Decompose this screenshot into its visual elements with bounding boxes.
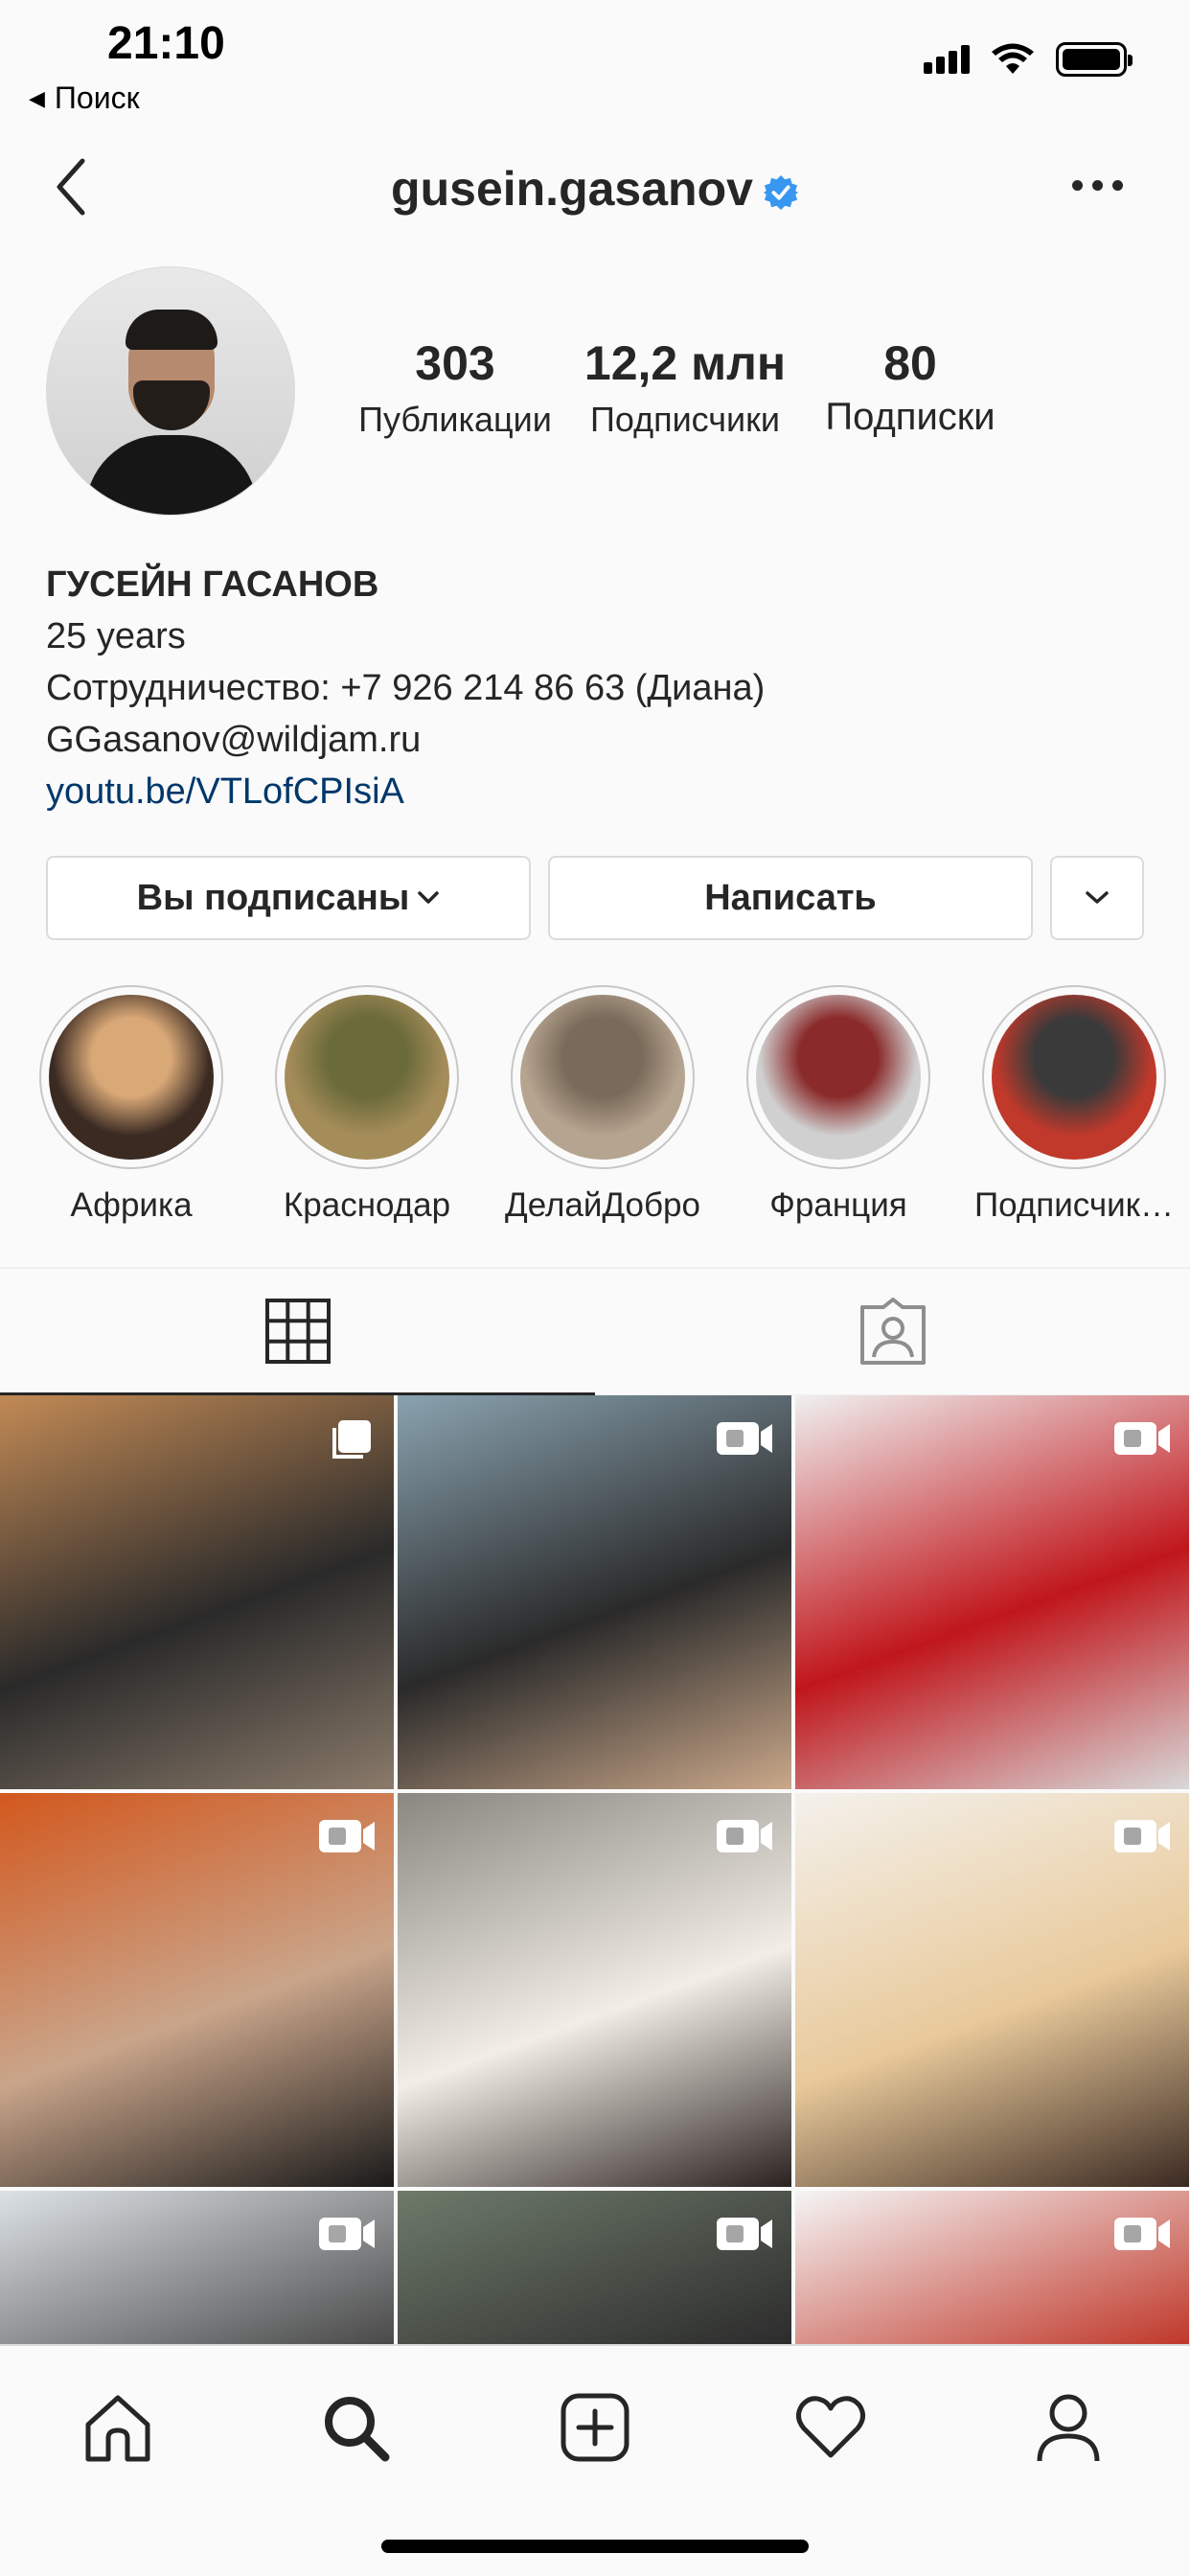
tab-profile[interactable]	[1025, 2384, 1111, 2471]
stat-followers[interactable]: 12,2 млн Подписчики	[575, 337, 795, 440]
tab-posts-grid[interactable]	[0, 1269, 595, 1395]
search-icon	[325, 2397, 390, 2462]
highlight-item[interactable]: Африка	[26, 985, 237, 1225]
video-camera-icon	[319, 2218, 375, 2250]
status-icons	[924, 42, 1133, 77]
stat-following[interactable]: 80 Подписки	[805, 337, 1016, 439]
highlight-label: Подписчик…	[974, 1186, 1174, 1224]
multiple-photos-icon	[332, 1420, 371, 1459]
highlight-cover	[285, 995, 449, 1160]
message-button-label: Написать	[704, 877, 877, 918]
highlight-cover	[49, 995, 214, 1160]
followers-count: 12,2 млн	[584, 336, 787, 390]
profile-full-name: ГУСЕЙН ГАСАНОВ	[46, 564, 379, 605]
highlight-label: Африка	[70, 1186, 193, 1224]
bio-website-link[interactable]: youtu.be/VTLofCPIsiA	[46, 766, 1148, 817]
chevron-down-icon	[1086, 891, 1109, 904]
highlight-item[interactable]: Подписчик…	[969, 985, 1179, 1225]
video-camera-icon	[1114, 2218, 1170, 2250]
highlight-cover	[992, 995, 1156, 1160]
highlight-item[interactable]: ДелайДобро	[497, 985, 708, 1225]
status-time: 21:10	[107, 18, 225, 69]
tab-home[interactable]	[75, 2384, 161, 2471]
back-to-search-app[interactable]: ◀ Поиск	[29, 80, 140, 116]
verified-badge-icon	[763, 174, 798, 210]
video-camera-icon	[1114, 1422, 1170, 1455]
video-camera-icon	[717, 2218, 772, 2250]
tagged-person-icon	[859, 1297, 926, 1365]
back-app-label: Поиск	[54, 80, 140, 115]
post-thumbnail[interactable]	[0, 2191, 394, 2344]
story-highlights: Африка Краснодар ДелайДобро Франция Подп…	[0, 985, 1190, 1234]
post-thumbnail[interactable]	[398, 2191, 791, 2344]
status-bar: 21:10 ◀ Поиск	[0, 0, 1190, 125]
tab-search[interactable]	[312, 2384, 399, 2471]
video-camera-icon	[717, 1422, 772, 1455]
username-text: gusein.gasanov	[391, 162, 753, 216]
tab-new-post[interactable]	[552, 2384, 638, 2471]
post-thumbnail[interactable]	[795, 1793, 1189, 2187]
post-thumbnail[interactable]	[0, 1395, 394, 1789]
bio-line-age: 25 years	[46, 616, 186, 656]
post-thumbnail[interactable]	[795, 2191, 1189, 2344]
highlight-label: Краснодар	[283, 1186, 451, 1224]
more-options-icon[interactable]	[1072, 180, 1123, 191]
posts-grid	[0, 1395, 1190, 2344]
highlight-item[interactable]: Краснодар	[262, 985, 472, 1225]
posts-count: 303	[415, 336, 495, 390]
post-thumbnail[interactable]	[398, 1395, 791, 1789]
highlight-cover	[520, 995, 685, 1160]
bio-line-contact: Сотрудничество: +7 926 214 86 63 (Диана)	[46, 668, 766, 708]
back-triangle-icon: ◀	[29, 85, 45, 110]
grid-icon	[264, 1298, 331, 1364]
profile-bio: ГУСЕЙН ГАСАНОВ 25 years Сотрудничество: …	[46, 559, 1148, 817]
highlight-label: ДелайДобро	[505, 1186, 700, 1224]
profile-tabs	[0, 1267, 1190, 1395]
post-thumbnail[interactable]	[795, 1395, 1189, 1789]
highlight-label: Франция	[769, 1186, 907, 1224]
suggested-accounts-button[interactable]	[1050, 856, 1144, 940]
tab-tagged[interactable]	[595, 1269, 1190, 1395]
highlight-item[interactable]: Франция	[733, 985, 944, 1225]
chevron-down-icon	[418, 891, 440, 904]
highlight-cover	[756, 995, 921, 1160]
cellular-signal-icon	[924, 45, 970, 74]
profile-avatar[interactable]	[46, 266, 295, 516]
video-camera-icon	[319, 1820, 375, 1852]
tab-activity[interactable]	[788, 2384, 874, 2471]
followers-label: Подписчики	[589, 400, 781, 439]
home-icon	[85, 2395, 150, 2462]
following-button-label: Вы подписаны	[136, 877, 410, 918]
activity-heart-icon	[796, 2396, 865, 2458]
profile-username: gusein.gasanov	[0, 161, 1190, 217]
post-thumbnail[interactable]	[398, 1793, 791, 2187]
message-button[interactable]: Написать	[548, 856, 1033, 940]
video-camera-icon	[1114, 1820, 1170, 1852]
home-indicator[interactable]	[381, 2540, 809, 2553]
profile-icon	[1037, 2394, 1100, 2462]
posts-label: Публикации	[358, 400, 552, 439]
profile-navbar: gusein.gasanov	[0, 144, 1190, 240]
wifi-icon	[992, 43, 1034, 74]
new-post-icon	[561, 2393, 629, 2462]
battery-icon	[1056, 42, 1133, 77]
bio-line-email: GGasanov@wildjam.ru	[46, 720, 422, 760]
profile-actions: Вы подписаны Написать	[46, 856, 1144, 940]
stat-posts[interactable]: 303 Публикации	[355, 337, 556, 440]
following-button[interactable]: Вы подписаны	[46, 856, 531, 940]
video-camera-icon	[717, 1820, 772, 1852]
following-count: 80	[883, 336, 937, 390]
following-label: Подписки	[825, 396, 995, 438]
post-thumbnail[interactable]	[0, 1793, 394, 2187]
